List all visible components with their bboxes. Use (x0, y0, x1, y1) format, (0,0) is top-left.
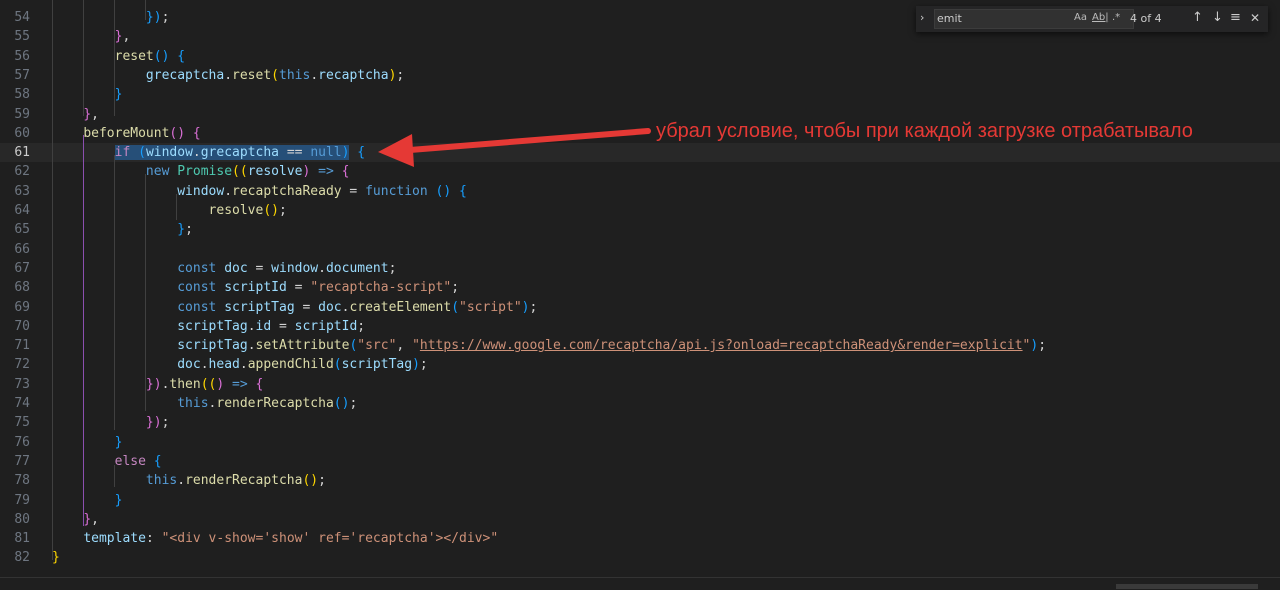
horizontal-scrollbar[interactable] (0, 577, 1280, 590)
annotation-text: убрал условие, чтобы при каждой загрузке… (656, 120, 1193, 142)
horizontal-scrollbar-thumb[interactable] (1116, 584, 1258, 589)
annotation-arrow (378, 128, 651, 167)
